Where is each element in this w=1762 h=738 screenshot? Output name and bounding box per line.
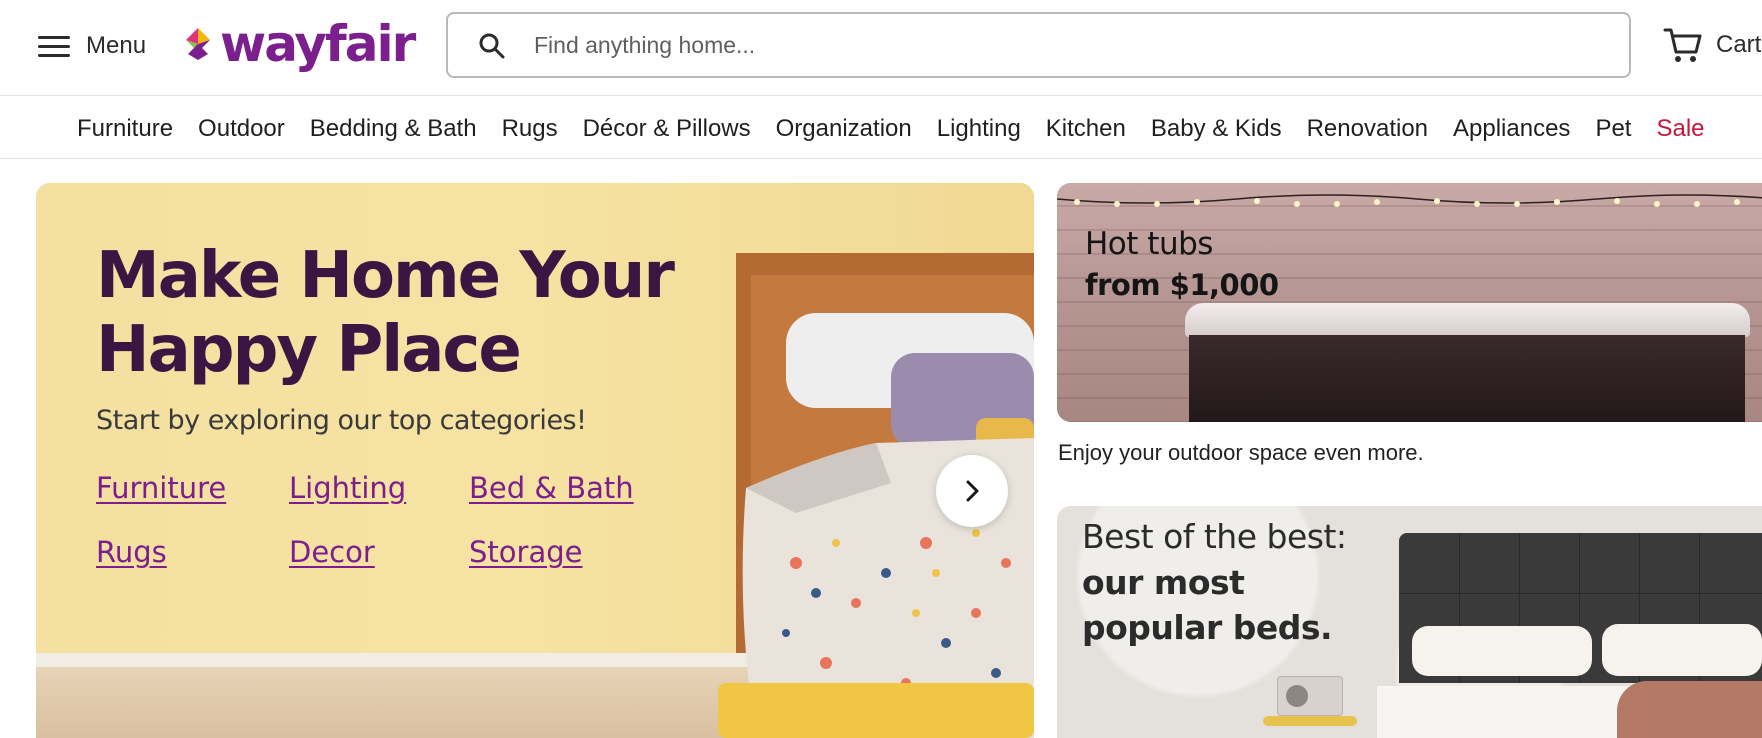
hero-title: Make Home Your Happy Place: [96, 239, 675, 387]
nav-item-rugs[interactable]: Rugs: [502, 115, 558, 143]
cart-icon: [1663, 28, 1702, 62]
promo-hot-tubs[interactable]: Hot tubs from $1,000: [1057, 183, 1762, 422]
search-bar[interactable]: [446, 12, 1631, 78]
hamburger-icon: [38, 34, 70, 58]
nav-item-bedding-bath[interactable]: Bedding & Bath: [310, 115, 477, 143]
search-input[interactable]: [534, 24, 1594, 66]
hero-link-lighting[interactable]: Lighting: [289, 471, 469, 505]
logo-wordmark: wayfair: [220, 15, 416, 73]
category-nav: Furniture Outdoor Bedding & Bath Rugs Dé…: [0, 97, 1762, 159]
hot-tub-body: [1189, 335, 1745, 422]
hero-link-rugs[interactable]: Rugs: [96, 535, 289, 569]
site-header: Menu wayfair Cart: [0, 0, 1762, 96]
nav-item-pet[interactable]: Pet: [1595, 115, 1631, 143]
nav-item-furniture[interactable]: Furniture: [77, 115, 173, 143]
promo-hot-tubs-caption: Enjoy your outdoor space even more.: [1058, 440, 1424, 465]
nav-item-organization[interactable]: Organization: [776, 115, 912, 143]
hero-subtitle: Start by exploring our top categories!: [96, 405, 587, 436]
string-lights-decoration: [1057, 194, 1762, 207]
menu-label: Menu: [86, 32, 147, 59]
nav-item-kitchen[interactable]: Kitchen: [1046, 115, 1126, 143]
hero-banner: Make Home Your Happy Place Start by expl…: [36, 183, 1034, 738]
nav-item-appliances[interactable]: Appliances: [1453, 115, 1570, 143]
nav-item-sale[interactable]: Sale: [1656, 115, 1704, 143]
bed-blanket: [1617, 681, 1762, 738]
hero-category-links: Furniture Lighting Bed & Bath Rugs Decor…: [96, 471, 649, 569]
nav-item-outdoor[interactable]: Outdoor: [198, 115, 285, 143]
nav-item-decor-pillows[interactable]: Décor & Pillows: [583, 115, 751, 143]
bed-pillow-left: [1412, 626, 1592, 676]
hot-tub-rim: [1185, 303, 1750, 337]
radio-decoration: [1277, 676, 1343, 716]
bed-pillow-right: [1602, 624, 1762, 676]
menu-button[interactable]: Menu: [38, 28, 146, 64]
promo-hot-tubs-title: Hot tubs: [1085, 226, 1213, 262]
promo-beds-subtitle: our most popular beds.: [1082, 563, 1333, 647]
promo-beds-title: Best of the best:: [1082, 517, 1347, 556]
search-icon[interactable]: [478, 32, 506, 60]
hero-link-decor[interactable]: Decor: [289, 535, 469, 569]
cart-label: Cart: [1716, 31, 1762, 58]
cart-button[interactable]: Cart: [1662, 22, 1761, 68]
hero-link-bed-bath[interactable]: Bed & Bath: [469, 471, 649, 505]
nav-item-lighting[interactable]: Lighting: [937, 115, 1021, 143]
promo-hot-tubs-price: from $1,000: [1085, 268, 1279, 302]
stool-decoration: [1263, 716, 1357, 726]
hero-link-storage[interactable]: Storage: [469, 535, 649, 569]
promo-popular-beds[interactable]: Best of the best: our most popular beds.: [1057, 506, 1762, 738]
wayfair-logo[interactable]: wayfair: [180, 14, 416, 74]
logo-mark-icon: [186, 28, 210, 60]
nav-item-baby-kids[interactable]: Baby & Kids: [1151, 115, 1282, 143]
carousel-next-button[interactable]: [936, 455, 1008, 527]
nav-item-renovation[interactable]: Renovation: [1307, 115, 1428, 143]
chevron-right-icon: [966, 480, 979, 502]
hero-link-furniture[interactable]: Furniture: [96, 471, 289, 505]
